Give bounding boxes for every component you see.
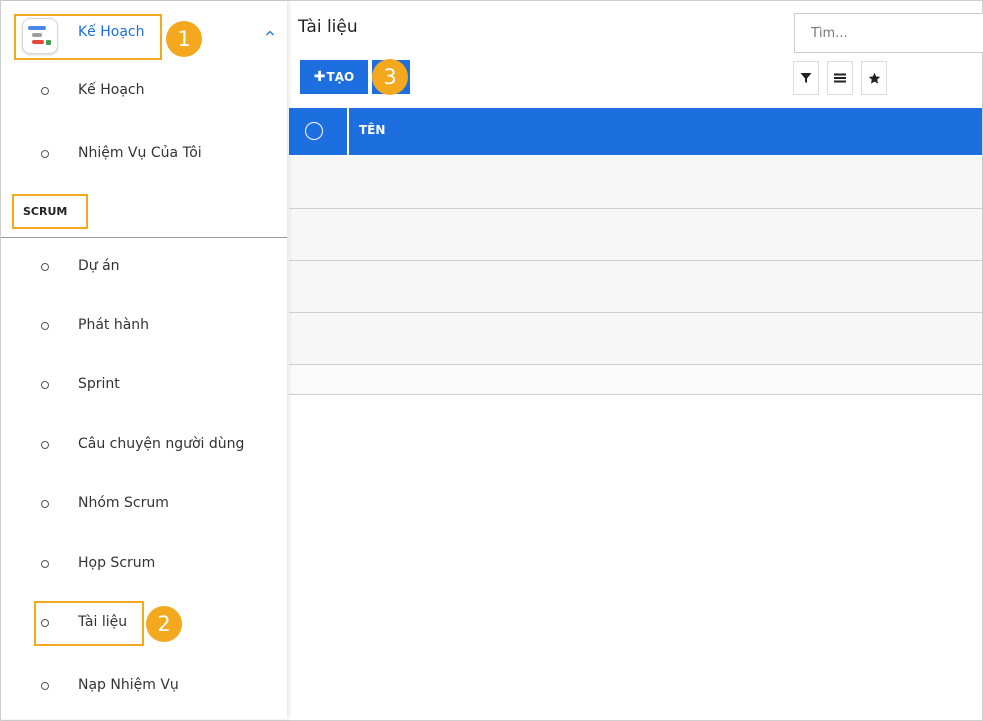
plus-icon: ✚ [313,69,326,85]
step-badge-2: 2 [146,606,182,642]
bullet-icon [41,500,49,508]
chevron-up-icon[interactable] [265,28,275,38]
bullet-icon [41,560,49,568]
sidebar-item-label: Phát hành [78,317,150,333]
bullet-icon [41,381,49,389]
table-row [289,261,982,313]
sidebar-item-label: Họp Scrum [78,555,156,571]
filter-icon [800,73,812,83]
sidebar-item-label: Câu chuyện người dùng [78,436,245,452]
sidebar-item-nhom-scrum[interactable]: Nhóm Scrum [1,485,287,525]
section-divider [1,237,287,238]
sidebar-item-label: Dự án [78,258,120,274]
table-row [289,313,982,365]
sidebar-item-hop-scrum[interactable]: Họp Scrum [1,545,287,585]
filter-button[interactable] [793,61,819,95]
bullet-icon [41,263,49,271]
highlight-app-title [14,14,162,60]
list-icon [834,73,846,83]
create-button[interactable]: ✚TẠO [300,60,368,94]
column-separator [347,108,349,155]
column-header-ten[interactable]: TÊN [359,123,385,137]
sidebar-item-label: Nạp Nhiệm Vụ [78,677,179,693]
table-footer [289,365,982,395]
group-by-button[interactable] [827,61,853,95]
sidebar-item-du-an[interactable]: Dự án [1,248,287,288]
sidebar-item-ke-hoach[interactable]: Kế Hoạch [1,72,287,112]
star-icon [868,72,880,84]
table-row [289,209,982,261]
step-badge-1: 1 [166,21,202,57]
bullet-icon [41,441,49,449]
bullet-icon [41,87,49,95]
highlight-tai-lieu [34,601,144,646]
sidebar-item-label: Sprint [78,376,120,392]
table-row [289,157,982,209]
highlight-section-scrum [12,194,88,229]
bullet-icon [41,322,49,330]
search-input[interactable] [809,14,973,52]
create-button-label: TẠO [326,70,355,84]
sidebar-item-sprint[interactable]: Sprint [1,366,287,406]
sidebar-item-label: Nhiệm Vụ Của Tôi [78,145,202,161]
sidebar: Kế Hoạch 1 Kế Hoạch Nhiệm Vụ Của Tôi SCR… [1,1,287,719]
step-badge-3: 3 [372,59,408,95]
sidebar-item-nhiem-vu-cua-toi[interactable]: Nhiệm Vụ Của Tôi [1,135,287,175]
page-title: Tài liệu [298,17,358,37]
sidebar-item-label: Nhóm Scrum [78,495,169,511]
sidebar-item-label: Kế Hoạch [78,82,145,98]
main-content: Tài liệu ✚TẠO 3 TÊN [288,1,983,719]
sidebar-item-cau-chuyen-nguoi-dung[interactable]: Câu chuyện người dùng [1,426,287,466]
favorites-button[interactable] [861,61,887,95]
search-box [794,13,983,53]
table-header: TÊN [289,108,982,155]
select-all-checkbox[interactable] [305,122,323,140]
sidebar-item-nap-nhiem-vu[interactable]: Nạp Nhiệm Vụ [1,667,287,707]
bullet-icon [41,150,49,158]
sidebar-item-phat-hanh[interactable]: Phát hành [1,307,287,347]
bullet-icon [41,682,49,690]
